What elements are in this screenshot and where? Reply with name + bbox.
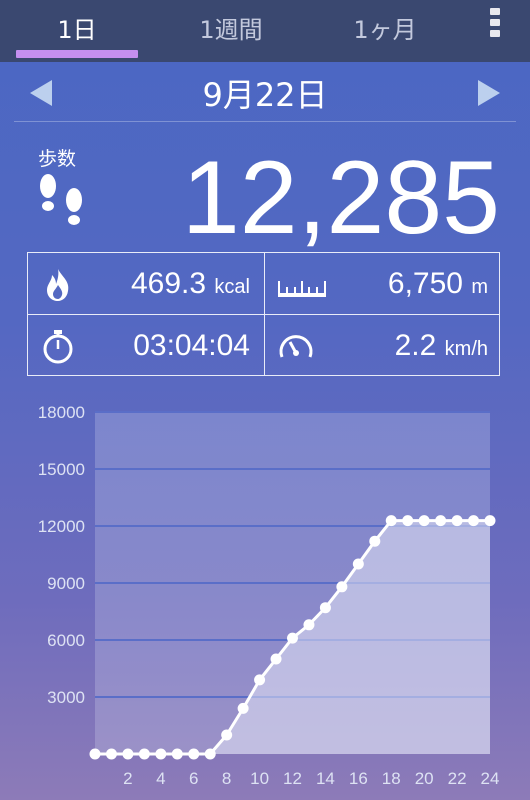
data-point: [303, 619, 315, 631]
x-tick-label: 6: [189, 769, 198, 788]
footprints-icon: [40, 174, 82, 225]
data-point: [369, 535, 381, 547]
data-point: [89, 748, 101, 760]
x-tick-label: 2: [123, 769, 132, 788]
data-point: [105, 748, 117, 760]
x-tick-label: 12: [283, 769, 302, 788]
data-point: [204, 748, 216, 760]
data-point: [484, 515, 496, 527]
x-tick-label: 24: [481, 769, 500, 788]
data-point: [418, 515, 430, 527]
active-tab-indicator: [16, 50, 138, 58]
y-tick-label: 15000: [38, 460, 85, 479]
data-point: [336, 581, 348, 593]
y-tick-label: 12000: [38, 517, 85, 536]
data-point: [468, 515, 480, 527]
x-tick-label: 8: [222, 769, 231, 788]
divider: [14, 121, 516, 122]
previous-day-arrow-icon[interactable]: [30, 80, 52, 106]
data-point: [122, 748, 134, 760]
steps-chart: 3000 6000 9000 12000 15000 18000 2 4 6 8 10 12 14 16 1…: [0, 392, 530, 800]
data-point: [385, 515, 397, 527]
data-point: [287, 632, 298, 644]
speedometer-icon: [279, 335, 313, 358]
data-point: [138, 748, 150, 760]
x-tick-label: 16: [349, 769, 368, 788]
x-tick-label: 10: [250, 769, 269, 788]
flame-icon: [47, 269, 69, 301]
data-point: [171, 748, 183, 760]
ruler-icon: [278, 281, 326, 297]
date-navigator: 9月22日: [0, 62, 530, 122]
date-label: 9月22日: [202, 76, 328, 114]
distance-value: 6,750 m: [387, 267, 488, 300]
stats-grid: 469.3 kcal 6,750 m 03:04:04 2.2 km/h: [27, 252, 500, 376]
data-point: [155, 748, 167, 760]
steps-area-chart: 3000600090001200015000180002 4 6 8 10 12 14 16 1…: [38, 403, 500, 788]
data-point: [352, 558, 364, 570]
data-point: [270, 653, 282, 665]
x-tick-label: 18: [382, 769, 401, 788]
next-day-arrow-icon[interactable]: [478, 80, 500, 106]
x-tick-label: 4: [156, 769, 165, 788]
tab-day[interactable]: 1日: [12, 12, 142, 52]
more-menu-icon[interactable]: [488, 8, 502, 42]
y-tick-label: 9000: [47, 574, 85, 593]
data-point: [221, 729, 233, 741]
stopwatch-icon: [43, 330, 73, 364]
data-point: [402, 515, 414, 527]
x-tick-label: 22: [448, 769, 467, 788]
y-tick-label: 6000: [47, 631, 85, 650]
calories-value: 469.3 kcal: [131, 267, 250, 300]
step-count: 12,285: [181, 140, 500, 256]
data-point: [254, 674, 266, 686]
y-tick-label: 18000: [38, 403, 85, 422]
data-point: [237, 702, 249, 714]
y-tick-label: 3000: [47, 688, 85, 707]
duration-value: 03:04:04: [133, 329, 250, 362]
data-point: [451, 515, 463, 527]
x-tick-label: 14: [316, 769, 335, 788]
data-point: [435, 515, 447, 527]
tab-bar: 1日 1週間 1ヶ月: [0, 0, 530, 62]
speed-value: 2.2 km/h: [394, 329, 488, 362]
tab-month[interactable]: 1ヶ月: [320, 12, 450, 52]
x-tick-label: 20: [415, 769, 434, 788]
steps-label: 歩数: [38, 148, 77, 170]
tab-week[interactable]: 1週間: [166, 12, 296, 52]
data-point: [188, 748, 200, 760]
data-point: [319, 602, 331, 614]
